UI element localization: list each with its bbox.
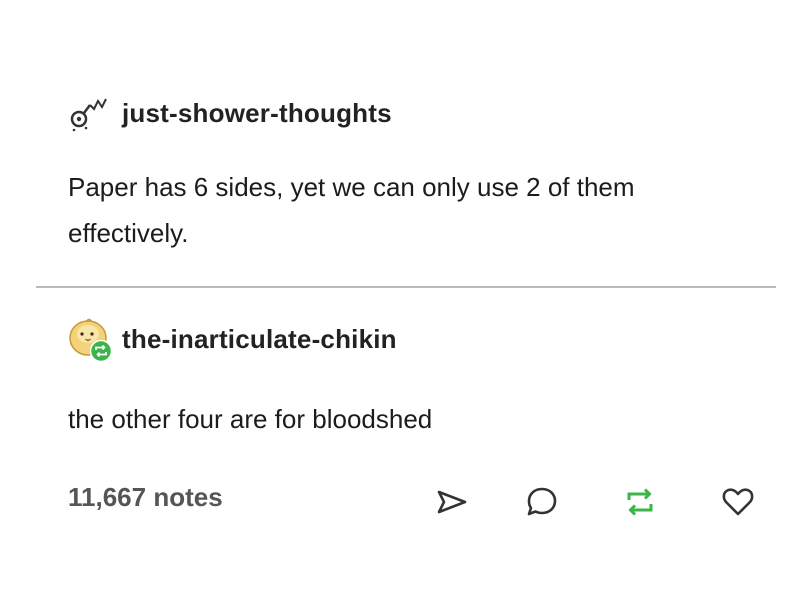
post-actions bbox=[0, 480, 800, 524]
tumblr-post: just-shower-thoughts Paper has 6 sides, … bbox=[0, 0, 800, 608]
reply-icon[interactable] bbox=[520, 480, 564, 524]
reblog-post-text: the other four are for bloodshed bbox=[68, 404, 433, 434]
reblog-badge-icon bbox=[89, 339, 113, 363]
shower-head-icon[interactable] bbox=[66, 88, 116, 138]
reblog-username[interactable]: the-inarticulate-chikin bbox=[122, 324, 397, 355]
original-author-row: just-shower-thoughts bbox=[66, 88, 392, 138]
heart-icon[interactable] bbox=[716, 480, 760, 524]
reply-divider bbox=[36, 286, 776, 288]
chick-avatar-icon[interactable] bbox=[66, 314, 116, 364]
reblog-author-row: the-inarticulate-chikin bbox=[66, 314, 397, 364]
original-post-text: Paper has 6 sides, yet we can only use 2… bbox=[68, 172, 635, 248]
original-username[interactable]: just-shower-thoughts bbox=[122, 98, 392, 129]
share-icon[interactable] bbox=[430, 480, 474, 524]
reblog-icon[interactable] bbox=[618, 480, 662, 524]
